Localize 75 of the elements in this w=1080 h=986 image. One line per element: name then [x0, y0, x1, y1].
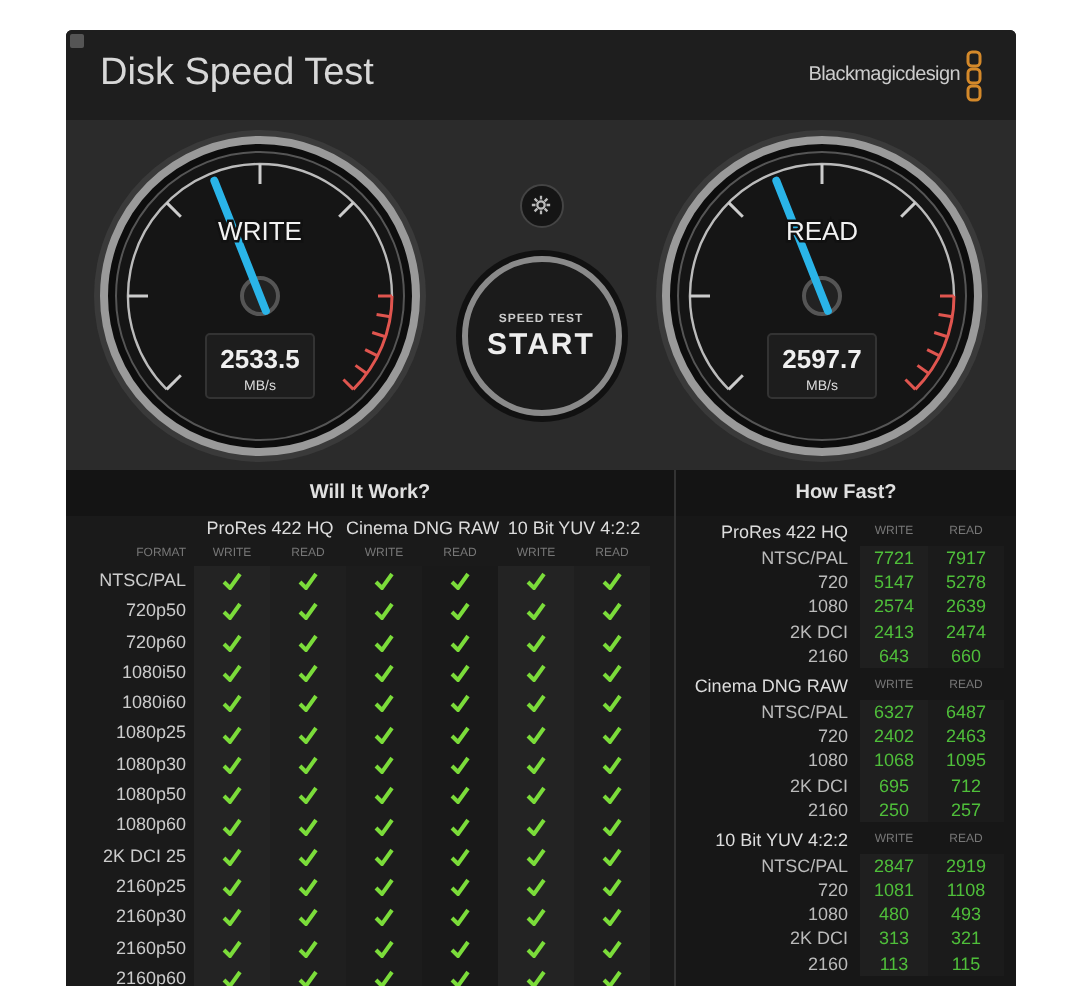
resolution-label: 720 — [815, 570, 850, 595]
format-label: 1080p30 — [113, 751, 188, 778]
speed-reading: 2533.5 — [220, 343, 300, 373]
format-label: NTSC/PAL — [97, 568, 188, 594]
read-speed: 2639 — [928, 594, 1004, 620]
codec-name: 10 Bit YUV 4:2:2 — [713, 827, 850, 854]
read-speed: 115 — [928, 951, 1004, 976]
format-label: 720p60 — [123, 629, 188, 656]
write-speed: 2574 — [860, 594, 928, 620]
format-label: 2160p25 — [113, 873, 188, 900]
format-label: 2K DCI 25 — [100, 843, 188, 870]
resolution-label: 1080 — [805, 748, 850, 773]
read-speed: 1108 — [928, 878, 1004, 903]
resolution-label: NTSC/PAL — [759, 853, 850, 879]
read-speed: 257 — [928, 797, 1004, 822]
codec-name: Cinema DNG RAW — [692, 673, 850, 700]
format-label: 1080i60 — [119, 690, 188, 717]
resolution-label: 2K DCI — [787, 619, 850, 644]
reading-panel — [767, 332, 877, 398]
speed-reading: 2597.7 — [782, 343, 862, 373]
write-speed: 480 — [860, 902, 928, 927]
resolution-label: 2160 — [805, 951, 850, 976]
write-speed: 1081 — [860, 878, 928, 903]
resolution-label: 2K DCI — [787, 773, 850, 798]
reading-panel — [205, 332, 315, 398]
resolution-label: 1080 — [805, 594, 850, 620]
format-label: 1080p60 — [113, 812, 188, 839]
format-label: 2160p30 — [113, 904, 188, 931]
read-speed: 7917 — [928, 546, 1004, 571]
read-speed: 493 — [928, 902, 1004, 927]
codec-name: ProRes 422 HQ — [718, 520, 850, 546]
write-speed: 5147 — [860, 570, 928, 595]
codec-name: Cinema DNG RAW — [346, 516, 498, 542]
codec-name: ProRes 422 HQ — [204, 516, 336, 542]
write-speed: 695 — [860, 773, 928, 798]
read-speed: 6487 — [928, 699, 1004, 725]
settings-button[interactable] — [519, 183, 563, 227]
brand-name: Blackmagicdesign — [808, 62, 960, 90]
write-speed: 7721 — [860, 546, 928, 571]
brand-logo-icon — [966, 49, 982, 101]
window-title: Disk Speed Test — [100, 50, 374, 99]
write-speed: 2413 — [860, 619, 928, 644]
write-speed: 2402 — [860, 724, 928, 749]
write-speed: 1068 — [860, 748, 928, 773]
format-label: 1080p50 — [113, 782, 188, 809]
resolution-label: NTSC/PAL — [759, 699, 850, 725]
read-speed: 1095 — [928, 748, 1004, 773]
read-speed: 660 — [928, 643, 1004, 668]
read-speed: 2474 — [928, 619, 1004, 644]
write-speed: 113 — [860, 951, 928, 976]
format-label: 720p50 — [123, 598, 188, 625]
read-speed: 2463 — [928, 724, 1004, 749]
write-speed: 250 — [860, 797, 928, 822]
resolution-label: 2160 — [805, 643, 850, 668]
section-title: Will It Work? — [309, 480, 431, 508]
resolution-label: 2K DCI — [787, 926, 850, 952]
read-speed: 2919 — [928, 853, 1004, 879]
resolution-label: 720 — [815, 878, 850, 903]
read-speed: 321 — [928, 926, 1004, 952]
format-label: 1080i50 — [119, 659, 188, 686]
format-label: 2160p50 — [113, 935, 188, 962]
resolution-label: 1080 — [805, 902, 850, 927]
settings-icon — [530, 194, 552, 216]
codec-name: 10 Bit YUV 4:2:2 — [505, 516, 643, 542]
resolution-label: 720 — [815, 724, 850, 749]
read-speed: 5278 — [928, 570, 1004, 595]
read-speed: 712 — [928, 773, 1004, 798]
write-speed: 6327 — [860, 699, 928, 725]
write-speed: 643 — [860, 643, 928, 668]
resolution-label: 2160 — [805, 797, 850, 822]
write-speed: 313 — [860, 926, 928, 952]
section-title: How Fast? — [795, 480, 897, 508]
write-speed: 2847 — [860, 853, 928, 879]
resolution-label: NTSC/PAL — [759, 546, 850, 571]
format-label: 1080p25 — [113, 720, 188, 747]
